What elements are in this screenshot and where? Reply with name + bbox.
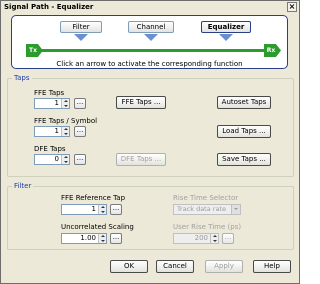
signal-flow-line: [36, 49, 272, 52]
load-taps-button[interactable]: Load Taps ...: [217, 125, 271, 138]
ffe-taps-per-symbol-more-button[interactable]: ...: [74, 126, 86, 137]
rise-time-selector-value: Track data rate: [177, 205, 226, 213]
cancel-button[interactable]: Cancel: [156, 260, 194, 273]
spinner-arrows-icon[interactable]: [61, 99, 69, 108]
rise-time-selector-label: Rise Time Selector: [173, 194, 239, 202]
dfe-taps-label: DFE Taps: [34, 145, 66, 153]
ffe-taps-spinner[interactable]: 1: [34, 98, 70, 109]
equalizer-dialog: Signal Path - Equalizer × Filter Channel…: [0, 0, 300, 284]
spinner-arrows-icon[interactable]: [61, 155, 69, 164]
ffe-taps-per-symbol-label: FFE Taps / Symbol: [34, 117, 98, 125]
uncorrelated-scaling-more-button[interactable]: ...: [110, 233, 122, 244]
rx-node: Rx: [264, 44, 281, 57]
uncorrelated-scaling-value: 1.00: [80, 234, 96, 242]
save-taps-button[interactable]: Save Taps ...: [217, 153, 271, 166]
taps-group: Taps FFE Taps 1 ... FFE Taps / Symbol 1 …: [7, 74, 294, 177]
uncorrelated-scaling-label: Uncorrelated Scaling: [61, 223, 134, 231]
ffe-taps-per-symbol-value: 1: [54, 127, 59, 135]
ffe-reference-tap-spinner[interactable]: 1: [61, 204, 107, 215]
user-rise-time-label: User Rise Time (ps): [173, 223, 242, 231]
rise-time-selector-dropdown[interactable]: Track data rate: [173, 204, 241, 215]
spinner-arrows-icon[interactable]: [98, 205, 106, 214]
user-rise-time-more-button[interactable]: ...: [222, 233, 234, 244]
window-title: Signal Path - Equalizer: [4, 3, 94, 11]
ffe-reference-tap-more-button[interactable]: ...: [110, 204, 122, 215]
title-bar: Signal Path - Equalizer ×: [1, 1, 299, 13]
filter-group: Filter FFE Reference Tap 1 ... Uncorrela…: [7, 182, 294, 250]
uncorrelated-scaling-spinner[interactable]: 1.00: [61, 233, 107, 244]
dfe-taps-more-button[interactable]: ...: [74, 154, 86, 165]
ok-button[interactable]: OK: [110, 260, 148, 273]
taps-group-title: Taps: [12, 74, 32, 82]
filter-arrow-icon[interactable]: [74, 34, 88, 41]
spinner-arrows-icon[interactable]: [210, 234, 218, 243]
ffe-taps-per-symbol-spinner[interactable]: 1: [34, 126, 70, 137]
channel-path-button[interactable]: Channel: [128, 21, 174, 33]
signal-path-hint: Click an arrow to activate the correspon…: [56, 60, 243, 68]
ffe-taps-label: FFE Taps: [34, 89, 65, 97]
signal-path-panel: Filter Channel Equalizer Tx Rx Click an …: [11, 15, 288, 69]
ffe-taps-value: 1: [54, 99, 59, 107]
user-rise-time-spinner[interactable]: 200: [173, 233, 219, 244]
tx-node: Tx: [26, 44, 43, 57]
chevron-down-icon[interactable]: [231, 205, 240, 214]
help-button[interactable]: Help: [253, 260, 291, 273]
close-button[interactable]: ×: [287, 2, 297, 12]
spinner-arrows-icon[interactable]: [61, 127, 69, 136]
dfe-taps-button[interactable]: DFE Taps ...: [116, 153, 166, 166]
filter-group-title: Filter: [12, 182, 34, 190]
spinner-arrows-icon[interactable]: [98, 234, 106, 243]
equalizer-arrow-icon[interactable]: [219, 34, 233, 41]
ffe-taps-more-button[interactable]: ...: [74, 98, 86, 109]
dfe-taps-value: 0: [54, 155, 59, 163]
channel-arrow-icon[interactable]: [144, 34, 158, 41]
autoset-taps-button[interactable]: Autoset Taps: [217, 96, 271, 109]
user-rise-time-value: 200: [194, 234, 208, 242]
ffe-reference-tap-value: 1: [91, 205, 96, 213]
apply-button[interactable]: Apply: [205, 260, 243, 273]
dfe-taps-spinner[interactable]: 0: [34, 154, 70, 165]
ffe-taps-button[interactable]: FFE Taps ...: [116, 96, 166, 109]
filter-path-button[interactable]: Filter: [60, 21, 102, 33]
equalizer-path-button[interactable]: Equalizer: [201, 21, 251, 33]
ffe-reference-tap-label: FFE Reference Tap: [61, 194, 126, 202]
